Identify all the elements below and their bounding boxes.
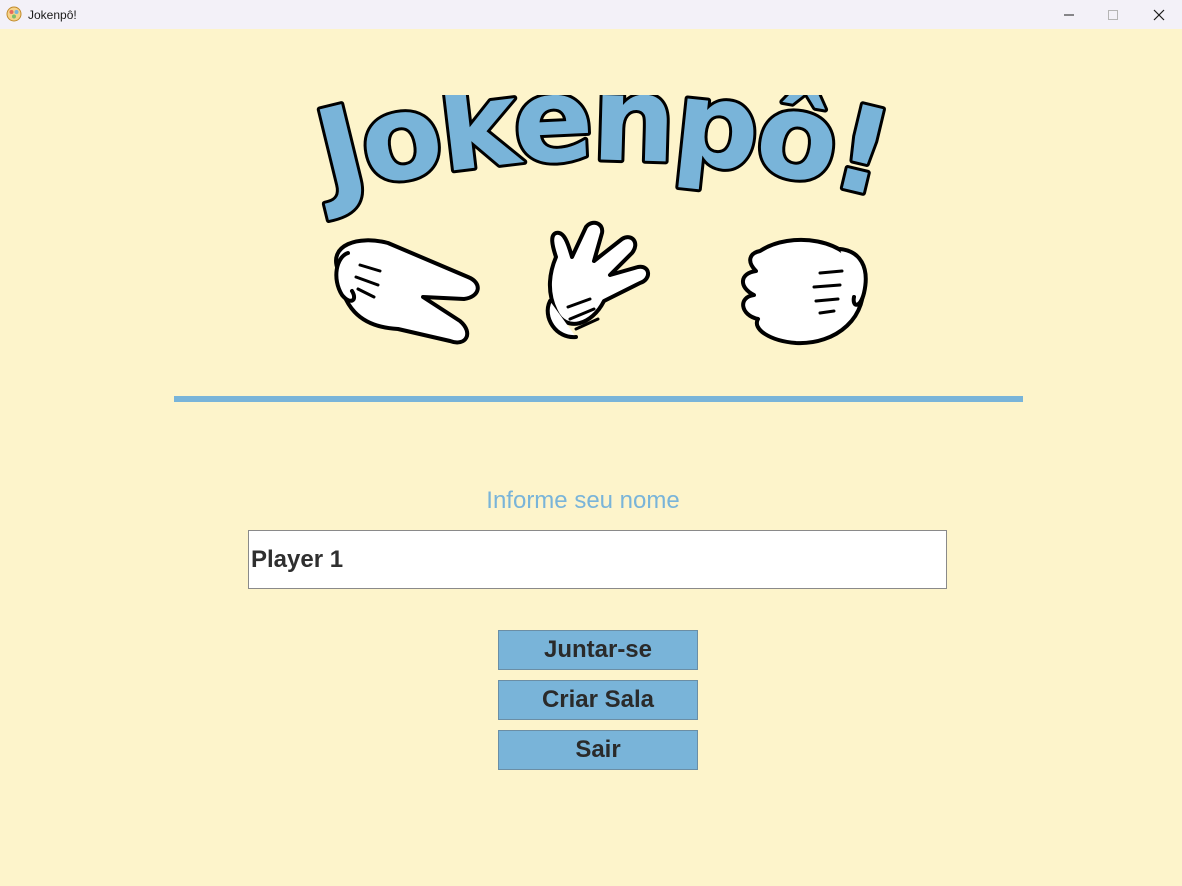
close-icon [1153, 9, 1165, 20]
paper-hand-icon [545, 220, 650, 340]
maximize-button[interactable] [1090, 0, 1136, 29]
join-room-button[interactable]: Juntar-se [498, 630, 698, 670]
name-prompt-label: Informe seu nome [486, 487, 680, 514]
rock-hand-icon [741, 237, 868, 346]
close-button[interactable] [1136, 0, 1182, 29]
scissors-hand-icon [334, 238, 480, 345]
app-window: Jokenpô! Jokenpô! Informe seu nome Playe… [0, 0, 1182, 886]
divider-line [174, 396, 1023, 402]
minimize-icon [1064, 14, 1074, 15]
maximize-icon [1108, 9, 1118, 20]
minimize-button[interactable] [1046, 0, 1092, 29]
exit-button[interactable]: Sair [498, 730, 698, 770]
logo-title: Jokenpô! [297, 95, 901, 224]
window-title: Jokenpô! [28, 8, 77, 22]
create-room-button[interactable]: Criar Sala [498, 680, 698, 720]
player-name-input[interactable] [248, 530, 947, 589]
game-app-icon [6, 6, 22, 22]
title-bar[interactable]: Jokenpô! [0, 0, 1182, 29]
game-logo: Jokenpô! [294, 95, 908, 346]
